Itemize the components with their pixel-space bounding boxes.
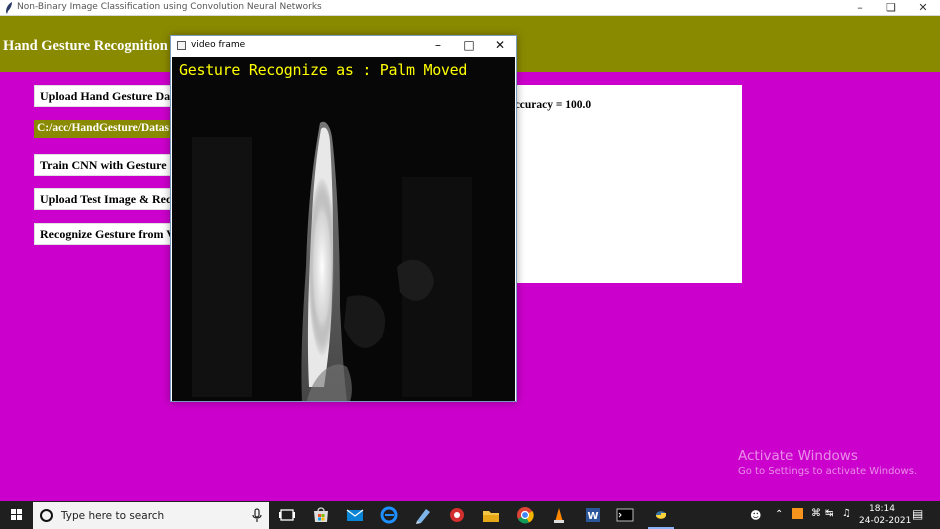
video-frame-window[interactable]: video frame – □ ✕ Gesture Recognize as:… [170,35,517,402]
file-explorer-icon[interactable] [474,501,508,529]
watermark-subtitle: Go to Settings to activate Windows. [738,466,918,477]
language-icon[interactable]: ↹ [825,508,833,519]
close-button[interactable]: ✕ [908,0,938,16]
app-title-bar: Non-Binary Image Classification using Co… [0,0,940,16]
feather-icon [6,2,12,14]
notepad-icon[interactable] [406,501,440,529]
python-icon[interactable] [644,501,678,529]
store-icon[interactable] [304,501,338,529]
hand-gesture-image [172,57,515,401]
output-text-area[interactable]: on Accuracy = 100.0 [492,85,742,283]
edge-icon[interactable] [372,501,406,529]
video-window-title-bar[interactable]: video frame – □ ✕ [171,36,516,56]
video-maximize-button[interactable]: □ [453,36,485,56]
video-frame-image: Gesture Recognize as : Palm Moved [172,57,515,401]
app-tray-icon[interactable] [792,508,803,519]
video-window-title: video frame [191,40,246,50]
notification-icon[interactable]: ▤ [912,507,923,521]
window-app-icon [177,41,186,50]
people-icon[interactable]: ☻ [750,509,761,522]
chevron-up-icon[interactable]: ⌃ [775,509,783,520]
taskbar-search-box[interactable]: Type here to search [33,502,269,529]
svg-text:W: W [587,511,598,522]
clock-time[interactable]: 18:14 [869,504,895,514]
watermark-title: Activate Windows [738,448,858,464]
microphone-icon[interactable] [251,508,263,523]
restore-button[interactable]: ❏ [876,0,906,16]
start-button[interactable] [0,501,33,529]
chrome-icon[interactable] [508,501,542,529]
clock-date[interactable]: 24-02-2021 [859,516,911,526]
wifi-icon[interactable]: ⌘ [811,508,821,519]
app-heading: Hand Gesture Recognition u [3,38,180,54]
video-close-button[interactable]: ✕ [484,36,516,56]
cmd-icon[interactable] [608,501,642,529]
mail-icon[interactable] [338,501,372,529]
app-window-title: Non-Binary Image Classification using Co… [17,2,322,12]
volume-icon[interactable]: ♫ [842,508,851,519]
activate-windows-watermark: Activate Windows Go to Settings to activ… [738,448,917,477]
windows-logo-icon [11,509,22,520]
vlc-icon[interactable] [542,501,576,529]
minimize-button[interactable]: – [845,0,875,16]
gesture-overlay-text: Gesture Recognize as : Palm Moved [179,61,468,79]
snagit-icon[interactable] [440,501,474,529]
search-placeholder: Type here to search [61,510,165,522]
task-view-icon[interactable] [270,501,304,529]
word-icon[interactable]: W [576,501,610,529]
taskbar: Type here to search W ☻ ⌃ ⌘ ↹ ♫ 18:14 24… [0,501,940,529]
search-icon [40,509,53,522]
video-minimize-button[interactable]: – [422,36,454,56]
